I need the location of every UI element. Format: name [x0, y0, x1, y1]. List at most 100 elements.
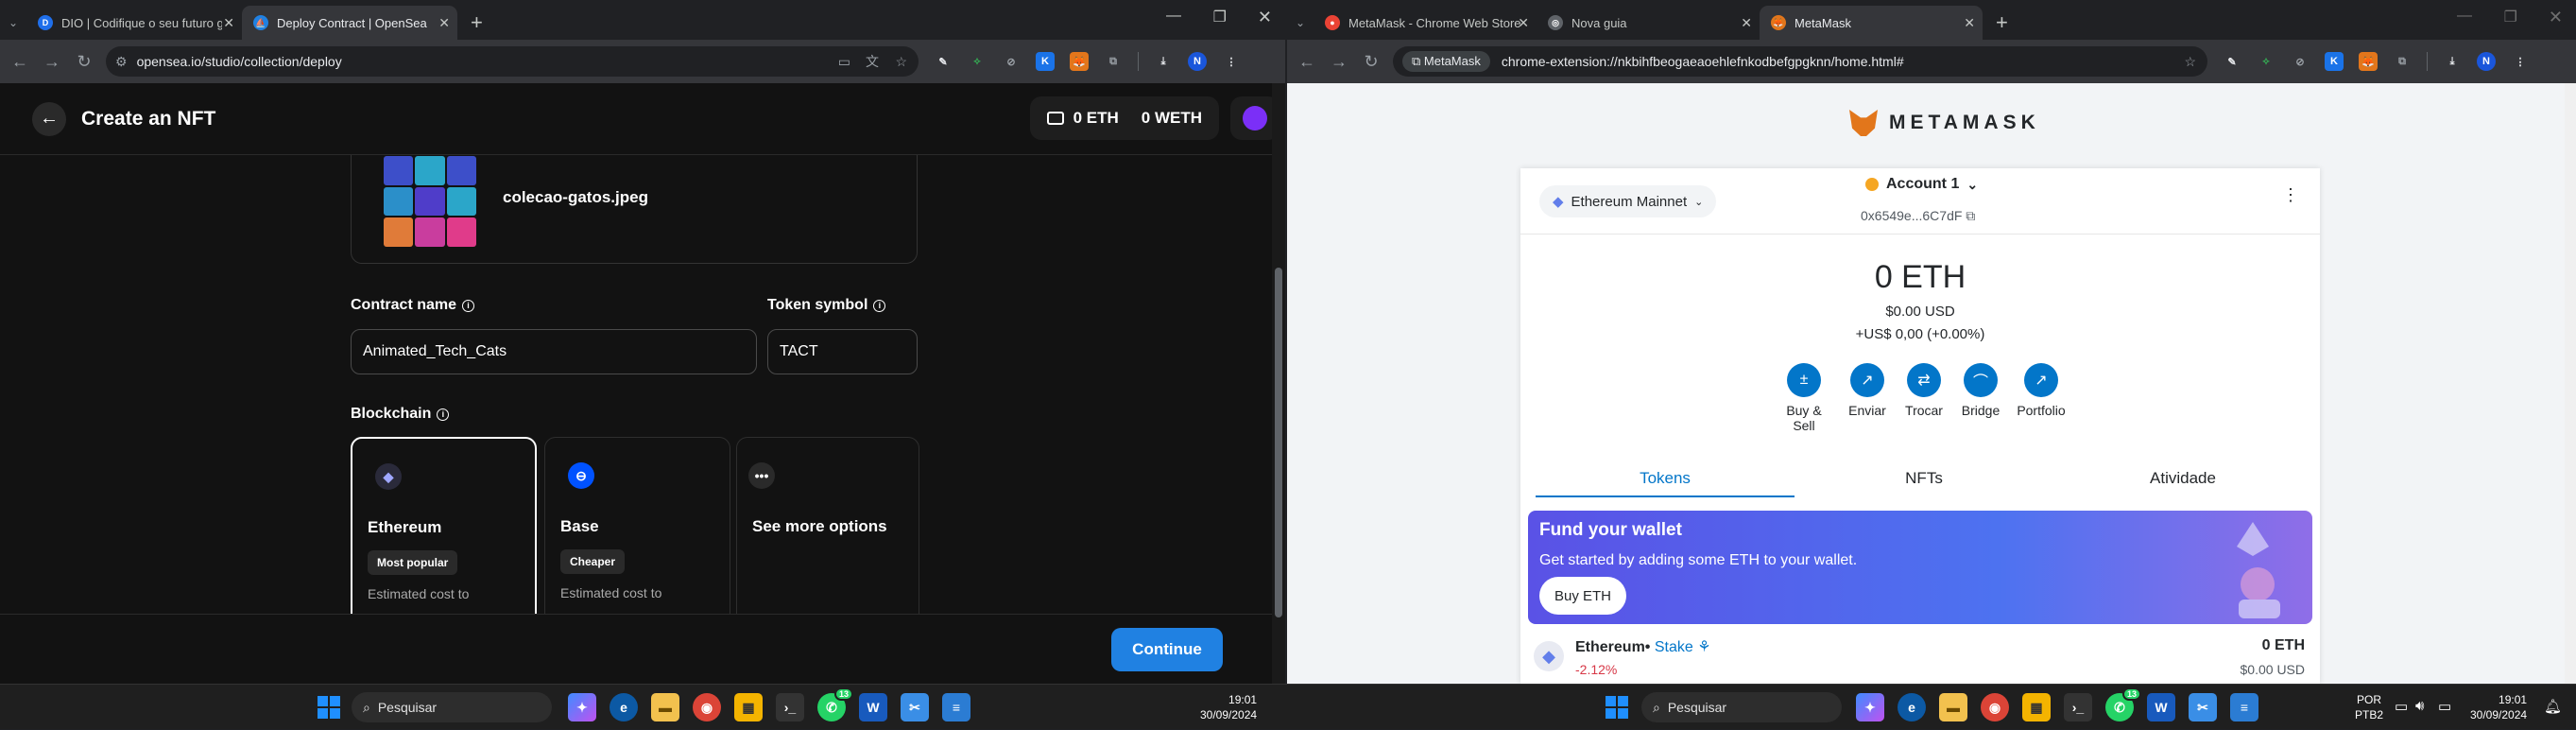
account-address[interactable]: 0x6549e...6C7dF ⧉	[1861, 208, 1975, 224]
network-selector[interactable]: ◆ Ethereum Mainnet ⌄	[1539, 185, 1717, 217]
bookmark-star-icon[interactable]: ☆	[895, 54, 907, 70]
bridge-button[interactable]: ⌒ Bridge	[1958, 363, 2003, 433]
download-icon[interactable]: ⤓	[2443, 52, 2462, 71]
close-tab-icon[interactable]: ✕	[438, 15, 450, 31]
pen-extension-icon[interactable]: ✎	[2223, 52, 2241, 71]
chrome-icon[interactable]: ◉	[1981, 693, 2009, 721]
account-options-icon[interactable]: ⋮	[2282, 185, 2299, 205]
info-icon[interactable]: i	[437, 408, 450, 421]
chrome-icon[interactable]: ◉	[693, 693, 721, 721]
blocked-extension-icon[interactable]: ⊘	[1002, 52, 1021, 71]
forward-icon[interactable]: →	[36, 52, 68, 72]
volume-icon[interactable]: 🔊︎	[2415, 698, 2424, 714]
close-window-icon[interactable]: ✕	[1258, 8, 1272, 27]
network-icon[interactable]: ▭	[2395, 698, 2408, 715]
new-tab-icon[interactable]: +	[457, 6, 496, 40]
edge-icon[interactable]: e	[1898, 693, 1926, 721]
translate-icon[interactable]: 文	[866, 52, 879, 71]
k-extension-icon[interactable]: K	[2325, 52, 2344, 71]
store-icon[interactable]: ▦	[734, 693, 763, 721]
buy-sell-button[interactable]: ± Buy & Sell	[1775, 363, 1833, 433]
info-icon[interactable]: i	[462, 300, 475, 312]
metamask-extension-icon[interactable]: 🦊	[1070, 52, 1089, 71]
reload-icon[interactable]: ↻	[68, 52, 100, 72]
token-row-ethereum[interactable]: ◆ Ethereum• Stake ⚘ -2.12% 0 ETH $0.00 U…	[1528, 632, 2312, 684]
close-tab-icon[interactable]: ✕	[1741, 15, 1752, 31]
copilot-icon[interactable]: ✦	[568, 693, 596, 721]
file-explorer-icon[interactable]: ▬	[651, 693, 679, 721]
close-window-icon[interactable]: ✕	[2549, 8, 2563, 27]
word-icon[interactable]: W	[2147, 693, 2175, 721]
contract-name-input[interactable]: Animated_Tech_Cats	[351, 329, 757, 374]
whatsapp-icon[interactable]: ✆ 13	[817, 687, 853, 721]
profile-avatar[interactable]: N	[1188, 52, 1207, 71]
notepad-icon[interactable]: ≡	[942, 693, 970, 721]
tab-chrome-web-store[interactable]: ● MetaMask - Chrome Web Store ✕	[1314, 6, 1537, 40]
tab-search-icon[interactable]: ⌄	[1287, 6, 1314, 40]
tab-tokens[interactable]: Tokens	[1536, 461, 1795, 497]
bookmark-star-icon[interactable]: ☆	[2184, 54, 2196, 70]
start-button[interactable]	[1603, 693, 1631, 721]
copilot-icon[interactable]: ✦	[1856, 693, 1884, 721]
address-bar[interactable]: ⧉ MetaMask chrome-extension://nkbihfbeog…	[1393, 46, 2207, 77]
minimize-icon[interactable]: —	[2457, 8, 2472, 25]
install-app-icon[interactable]: ▭	[838, 54, 850, 70]
extension-chip[interactable]: ⧉ MetaMask	[1402, 51, 1490, 72]
word-icon[interactable]: W	[859, 693, 887, 721]
menu-dots-icon[interactable]: ⋮	[2511, 52, 2530, 71]
close-tab-icon[interactable]: ✕	[1518, 15, 1529, 31]
whatsapp-icon[interactable]: ✆ 13	[2105, 687, 2141, 721]
file-explorer-icon[interactable]: ▬	[1939, 693, 1967, 721]
battery-icon[interactable]: ▭	[2438, 698, 2451, 715]
tab-metamask[interactable]: 🦊 MetaMask ✕	[1760, 6, 1983, 40]
extensions-puzzle-icon[interactable]: ⧉	[1104, 52, 1123, 71]
address-bar[interactable]: ⚙ opensea.io/studio/collection/deploy ▭ …	[106, 46, 919, 77]
blocked-extension-icon[interactable]: ⊘	[2291, 52, 2310, 71]
store-icon[interactable]: ▦	[2022, 693, 2051, 721]
taskbar-search[interactable]: ⌕ Pesquisar	[352, 692, 552, 722]
forward-icon[interactable]: →	[1323, 52, 1355, 72]
back-arrow-button[interactable]: ←	[32, 101, 66, 136]
terminal-icon[interactable]: ›_	[2064, 693, 2092, 721]
tab-opensea[interactable]: ⛵ Deploy Contract | OpenSea ✕	[242, 6, 457, 40]
reload-icon[interactable]: ↻	[1355, 52, 1387, 72]
close-tab-icon[interactable]: ✕	[1964, 15, 1975, 31]
extension-icon[interactable]: ⟡	[968, 52, 987, 71]
token-symbol-input[interactable]: TACT	[767, 329, 918, 374]
tab-nova-guia[interactable]: ◎ Nova guia ✕	[1537, 6, 1760, 40]
pen-extension-icon[interactable]: ✎	[934, 52, 953, 71]
extensions-puzzle-icon[interactable]: ⧉	[2393, 52, 2412, 71]
maximize-icon[interactable]: ❐	[2504, 8, 2517, 26]
image-upload-card[interactable]: colecao-gatos.jpeg	[351, 155, 918, 264]
site-info-icon[interactable]: ⚙	[115, 54, 128, 70]
extension-icon[interactable]: ⟡	[2257, 52, 2275, 71]
page-scrollbar[interactable]	[1272, 83, 1285, 684]
metamask-extension-icon[interactable]: 🦊	[2359, 52, 2378, 71]
wallet-balance[interactable]: 0 ETH 0 WETH	[1029, 96, 1219, 140]
download-icon[interactable]: ⤓	[1154, 52, 1173, 71]
back-icon[interactable]: ←	[1291, 52, 1323, 72]
copy-icon[interactable]: ⧉	[1966, 208, 1975, 223]
notification-bell-icon[interactable]: 🔔︎	[2544, 698, 2562, 715]
snipping-tool-icon[interactable]: ✂	[901, 693, 929, 721]
language-indicator[interactable]: POR PTB2	[2355, 692, 2383, 722]
tab-search-icon[interactable]: ⌄	[0, 6, 26, 40]
start-button[interactable]	[315, 693, 343, 721]
profile-avatar[interactable]: N	[2477, 52, 2496, 71]
menu-dots-icon[interactable]: ⋮	[1222, 52, 1241, 71]
stake-link[interactable]: Stake	[1655, 639, 1693, 655]
terminal-icon[interactable]: ›_	[776, 693, 804, 721]
scrollbar-thumb[interactable]	[1275, 268, 1282, 617]
swap-button[interactable]: ⇄ Trocar	[1901, 363, 1947, 433]
portfolio-button[interactable]: ↗ Portfolio	[2015, 363, 2068, 433]
taskbar-clock[interactable]: 19:01 30/09/2024	[1200, 692, 1257, 722]
taskbar-search[interactable]: ⌕ Pesquisar	[1641, 692, 1842, 722]
info-icon[interactable]: i	[873, 300, 886, 312]
edge-icon[interactable]: e	[610, 693, 638, 721]
minimize-icon[interactable]: —	[1166, 8, 1181, 25]
new-tab-icon[interactable]: +	[1983, 6, 2021, 40]
taskbar-clock[interactable]: 19:01 30/09/2024	[2470, 692, 2527, 722]
chain-option-ethereum[interactable]: ◆ Ethereum Most popular Estimated cost t…	[351, 437, 537, 614]
tab-dio[interactable]: D DIO | Codifique o seu futuro gl ✕	[26, 6, 242, 40]
maximize-icon[interactable]: ❐	[1213, 8, 1227, 26]
